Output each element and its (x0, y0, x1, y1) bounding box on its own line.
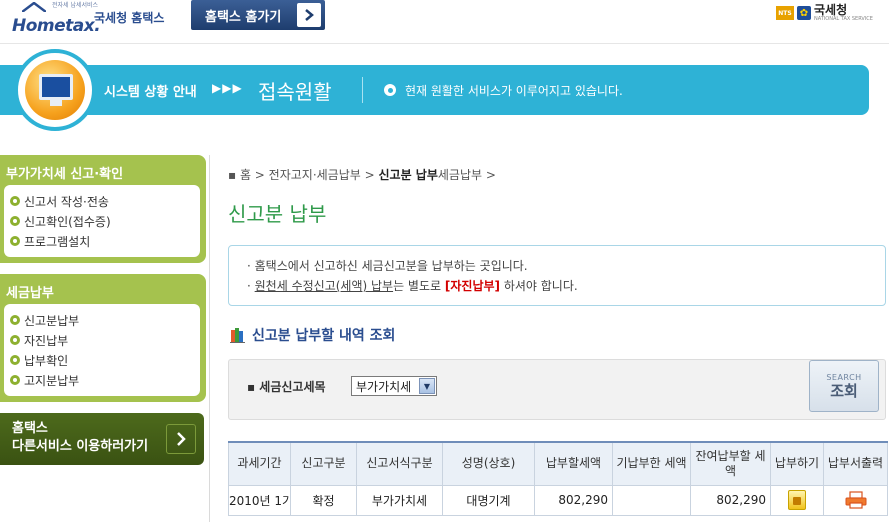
house-roof-icon (22, 2, 46, 12)
voluntary-payment-link[interactable]: [자진납부] (445, 279, 500, 293)
nts-logo[interactable]: NTS ✿ 국세청 NATIONAL TAX SERVICE (776, 4, 873, 22)
sidebar-item-report-payment[interactable]: 신고분납부 (10, 310, 200, 330)
banner-arrows: ▶▶▶ (212, 81, 243, 95)
print-cell (823, 484, 888, 516)
column-header: 성명(상호) (442, 441, 535, 486)
notice-line-2: · 원천세 수정신고(세액) 납부는 별도로 [자진납부] 하셔야 합니다. (247, 277, 885, 297)
system-status-banner: 시스템 상황 안내 ▶▶▶ 접속원활 현재 원활한 서비스가 이루어지고 있습니… (0, 65, 869, 115)
table-row: 2010년 1기 확정 부가가치세 대명기계 802,290 802,290 (228, 484, 888, 516)
breadcrumb: ▪ 홈 > 전자고지·세금납부 > 신고분 납부세금납부 > (228, 166, 496, 183)
form-type-cell: 부가가치세 (356, 484, 443, 516)
pay-cell (770, 484, 824, 516)
connection-status: 접속원활 (258, 80, 332, 104)
pay-icon[interactable] (788, 490, 806, 510)
sidebar-item-voluntary-payment[interactable]: 자진납부 (10, 330, 200, 350)
banner-title: 시스템 상황 안내 (104, 85, 197, 100)
nts-emblem-icon: ✿ (797, 6, 811, 20)
tax-type-select[interactable]: 부가가치세 ▼ (351, 376, 437, 396)
column-header: 기납부한 세액 (612, 441, 691, 486)
sidebar-item-label: 납부확인 (24, 353, 69, 368)
sidebar-vat-menu: 부가가치세 신고·확인 신고서 작성·전송 신고확인(접수증) 프로그램설치 (0, 155, 206, 263)
payment-table: 과세기간 신고구분 신고서식구분 성명(상호) 납부할세액 기납부한 세액 잔여… (228, 441, 888, 516)
status-message: 현재 원활한 서비스가 이루어지고 있습니다. (405, 84, 623, 98)
sidebar-payment-title: 세금납부 (6, 286, 54, 301)
printer-icon[interactable] (844, 491, 868, 509)
search-button-en: SEARCH (826, 373, 862, 382)
notice-bullet: · (247, 279, 255, 293)
tax-type-label: ▪ 세금신고세목 (247, 380, 326, 394)
nts-subtitle: NATIONAL TAX SERVICE (814, 16, 873, 22)
sidebar-item-receipt[interactable]: 신고확인(접수증) (10, 211, 200, 231)
sidebar-item-label: 고지분납부 (24, 373, 80, 388)
sidebar-item-label: 자진납부 (24, 333, 69, 348)
sidebar-item-install[interactable]: 프로그램설치 (10, 231, 200, 251)
sidebar-tax-payment-menu: 세금납부 신고분납부 자진납부 납부확인 고지분납부 (0, 274, 206, 402)
tax-period-cell: 2010년 1기 (228, 484, 291, 516)
remaining-tax-cell: 802,290 (690, 484, 771, 516)
table-header-row: 과세기간 신고구분 신고서식구분 성명(상호) 납부할세액 기납부한 세액 잔여… (228, 441, 888, 486)
books-icon (230, 328, 245, 343)
paid-tax-cell (612, 484, 691, 516)
notice-line-1: · 홈택스에서 신고하신 세금신고분을 납부하는 곳입니다. (247, 259, 528, 273)
report-type-cell: 확정 (290, 484, 357, 516)
section-title-text: 신고분 납부할 내역 조회 (252, 328, 396, 344)
sidebar-item-payment-check[interactable]: 납부확인 (10, 350, 200, 370)
bullet-icon (10, 375, 20, 385)
bullet-icon (10, 216, 20, 226)
chevron-down-icon: ▼ (419, 378, 435, 394)
selected-tax-type: 부가가치세 (356, 380, 412, 394)
nts-badge: NTS (776, 6, 794, 20)
bullet-icon (10, 196, 20, 206)
chevron-right-icon (166, 424, 196, 454)
page-title: 신고분 납부 (228, 202, 327, 226)
notice-text: 하셔야 합니다. (500, 279, 578, 293)
withholding-tax-link[interactable]: 원천세 수정신고(세액) 납부 (255, 279, 393, 293)
column-header: 신고서식구분 (356, 441, 443, 486)
column-header: 잔여납부할 세액 (690, 441, 771, 486)
home-button-label: 홈택스 홈가기 (205, 9, 282, 25)
notice-text: 는 별도로 (393, 279, 445, 293)
search-button[interactable]: SEARCH 조회 (809, 360, 879, 412)
column-header: 과세기간 (228, 441, 291, 486)
bullet-icon (10, 335, 20, 345)
breadcrumb-prefix[interactable]: ▪ 홈 > 전자고지·세금납부 > (228, 168, 379, 182)
sidebar-item-write-submit[interactable]: 신고서 작성·전송 (10, 191, 200, 211)
chevron-right-icon (297, 3, 321, 27)
sidebar-item-label: 프로그램설치 (24, 234, 91, 249)
bullet-icon (10, 355, 20, 365)
bullet-icon (10, 236, 20, 246)
sidebar-item-label: 신고서 작성·전송 (24, 194, 109, 209)
search-panel: ▪ 세금신고세목 부가가치세 ▼ SEARCH 조회 (228, 359, 886, 420)
breadcrumb-suffix: 세금납부 > (437, 168, 496, 182)
computer-globe-icon (14, 49, 96, 131)
banner-divider (362, 77, 363, 103)
top-header: 전자세 납세서비스 Hometax. 국세청 홈택스 홈택스 홈가기 NTS ✿… (0, 0, 889, 44)
hometax-logo[interactable]: 전자세 납세서비스 Hometax. (12, 0, 101, 36)
sidebar-vat-title: 부가가치세 신고·확인 (6, 167, 124, 182)
notice-box: · 홈택스에서 신고하신 세금신고분을 납부하는 곳입니다. · 원천세 수정신… (228, 245, 886, 306)
breadcrumb-current: 신고분 납부 (378, 168, 438, 182)
other-services-button[interactable]: 홈택스 다른서비스 이용하러가기 (0, 413, 204, 465)
sidebar-item-label: 신고확인(접수증) (24, 214, 111, 229)
column-header: 신고구분 (290, 441, 357, 486)
nts-name: 국세청 (814, 3, 848, 17)
bullet-icon (384, 84, 396, 96)
content-divider (209, 155, 210, 522)
bullet-icon (10, 315, 20, 325)
hometax-home-button[interactable]: 홈택스 홈가기 (191, 0, 325, 30)
sidebar-item-notice-payment[interactable]: 고지분납부 (10, 370, 200, 390)
column-header: 납부서출력 (823, 441, 888, 486)
logo-subtitle: 전자세 납세서비스 (52, 2, 99, 9)
logo-text: Hometax. (12, 16, 101, 36)
column-header: 납부할세액 (534, 441, 613, 486)
search-button-ko: 조회 (830, 382, 858, 400)
column-header: 납부하기 (770, 441, 824, 486)
sidebar-item-label: 신고분납부 (24, 313, 80, 328)
logo-org-name: 국세청 홈택스 (94, 11, 165, 25)
name-cell: 대명기계 (442, 484, 535, 516)
tax-due-cell: 802,290 (534, 484, 613, 516)
section-title: 신고분 납부할 내역 조회 (230, 325, 395, 345)
